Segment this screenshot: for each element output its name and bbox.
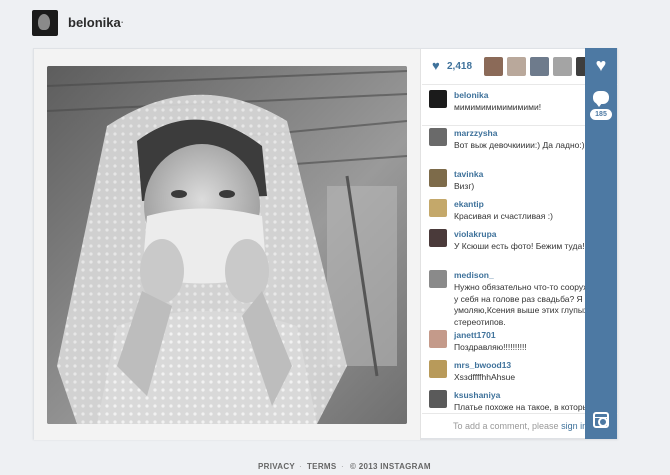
commenter-avatar[interactable]: [429, 330, 447, 348]
add-comment-text: To add a comment, please: [453, 421, 559, 431]
comment-item: marzzysha 55m Вот выж девочкииии:) Да ла…: [422, 123, 612, 164]
comment-text: У Ксюши есть фото! Бежим туда! :-)): [454, 241, 598, 251]
comment-item: violakrupa 47m У Ксюши есть фото! Бежим …: [422, 224, 612, 265]
footer-dot: ·: [299, 462, 302, 471]
commenter-avatar[interactable]: [429, 390, 447, 408]
commenter-avatar[interactable]: [429, 199, 447, 217]
commenter-username[interactable]: violakrupa: [454, 229, 497, 239]
commenter-username[interactable]: janett1701: [454, 330, 496, 340]
likes-count[interactable]: 2,418: [447, 61, 472, 72]
comment-text: Красивая и счастливая :): [454, 211, 553, 221]
footer: PRIVACY · TERMS · © 2013 INSTAGRAM: [0, 460, 670, 474]
comment-bubble-icon[interactable]: [593, 91, 609, 107]
commenter-avatar[interactable]: [429, 169, 447, 187]
profile-header: belonika ·: [0, 0, 670, 48]
heart-icon[interactable]: ♥: [432, 59, 444, 72]
commenter-avatar[interactable]: [429, 128, 447, 146]
action-rail: ♥ 185: [585, 48, 617, 439]
liker-avatar[interactable]: [553, 57, 572, 76]
commenter-username[interactable]: tavinka: [454, 169, 483, 179]
comment-text: Визг): [454, 181, 475, 191]
comment-text: Платье похоже на такое, в которых обычно…: [454, 402, 593, 412]
comment-item: medison_ 47m Нужно обязательно что-то со…: [422, 265, 612, 327]
comment-item: ksushaniya 41m Платье похоже на такое, в…: [422, 385, 612, 413]
commenter-username[interactable]: medison_: [454, 270, 494, 280]
sign-in-link[interactable]: sign in: [561, 421, 587, 431]
comment-text: Вот выж девочкииии:) Да ладно:): [454, 140, 585, 150]
photo-illustration: [47, 66, 407, 424]
footer-separator: ·: [341, 462, 344, 471]
header-separator-dot: ·: [120, 14, 125, 29]
commenter-username[interactable]: ekantip: [454, 199, 484, 209]
caption-avatar[interactable]: [429, 90, 447, 108]
liker-avatar[interactable]: [530, 57, 549, 76]
comment-count-badge: 185: [590, 109, 612, 120]
comment-item: tavinka 55m Визг): [422, 164, 612, 194]
post-photo[interactable]: [47, 66, 407, 424]
owner-username[interactable]: belonika: [68, 15, 121, 30]
liker-avatar[interactable]: [507, 57, 526, 76]
comments-list[interactable]: marzzysha 55m Вот выж девочкииии:) Да ла…: [422, 123, 612, 413]
commenter-avatar[interactable]: [429, 229, 447, 247]
comment-text: Нужно обязательно что-то сооружать у себ…: [454, 282, 602, 327]
photo-card: ♥ 2,418 belonika 2h мимимимимимимими! ma…: [33, 48, 619, 440]
copyright-text: © 2013 INSTAGRAM: [350, 462, 431, 471]
comment-item: mrs_bwood13 41m XsзdffffhhAhsue: [422, 355, 612, 385]
commenter-username[interactable]: mrs_bwood13: [454, 360, 511, 370]
comment-item: ekantip 50m Красивая и счастливая :): [422, 194, 612, 224]
comment-item: janett1701 43m Поздравляю!!!!!!!!!!: [422, 325, 612, 355]
comment-text: XsзdffffhhAhsue: [454, 372, 516, 382]
photo-frame: [34, 49, 421, 440]
commenter-username[interactable]: marzzysha: [454, 128, 497, 138]
privacy-link[interactable]: PRIVACY: [258, 462, 295, 471]
commenter-username[interactable]: ksushaniya: [454, 390, 500, 400]
caption-username[interactable]: belonika: [454, 90, 488, 100]
caption: belonika 2h мимимимимимимими!: [422, 85, 612, 126]
like-heart-icon[interactable]: ♥: [592, 56, 610, 74]
caption-text: мимимимимимимими!: [454, 102, 542, 112]
instagram-camera-icon[interactable]: [593, 412, 609, 428]
commenter-avatar[interactable]: [429, 360, 447, 378]
liker-avatar[interactable]: [484, 57, 503, 76]
comment-text: Поздравляю!!!!!!!!!!: [454, 342, 527, 352]
owner-avatar[interactable]: [32, 10, 58, 36]
terms-link[interactable]: TERMS: [307, 462, 337, 471]
commenter-avatar[interactable]: [429, 270, 447, 288]
